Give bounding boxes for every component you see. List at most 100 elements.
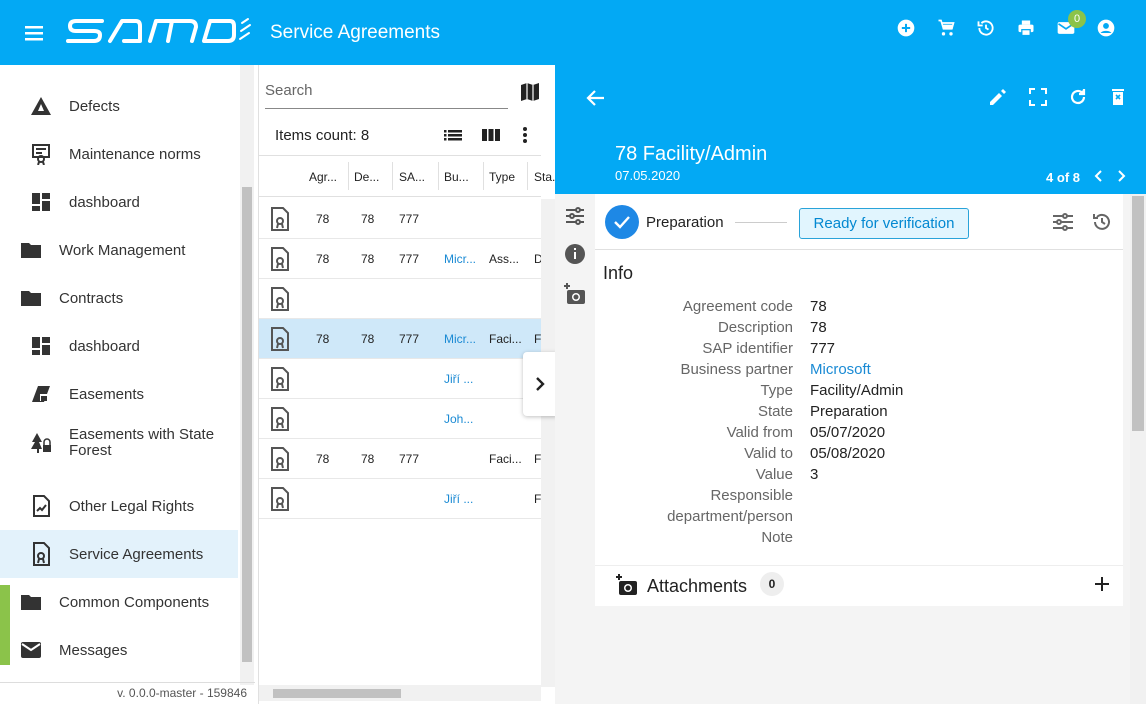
table-cell-agr: 78 — [316, 452, 330, 466]
table-cell-de: 78 — [361, 332, 375, 346]
detail-scroll-thumb[interactable] — [1132, 196, 1144, 431]
table-row[interactable]: 78 78 777 — [259, 199, 541, 239]
edit-icon[interactable] — [988, 87, 1008, 112]
table-row[interactable]: 78 78 777 Faci... F — [259, 439, 541, 479]
service-agreement-icon — [269, 247, 291, 271]
sidebar-item-easements-state-forest[interactable]: Easements with State Forest — [0, 418, 238, 468]
sidebar-item-common-components[interactable]: Common Components — [0, 578, 238, 626]
table-row[interactable] — [259, 279, 541, 319]
table-header: Agr... De... SA... Bu... Type Sta... — [259, 155, 562, 197]
mail-icon — [19, 638, 43, 662]
table-cell-sa: 777 — [399, 212, 420, 226]
forest-icon — [29, 431, 53, 455]
field-label: Responsible — [710, 487, 793, 504]
previous-record-icon[interactable] — [1092, 169, 1104, 186]
table-cell-de: 78 — [361, 452, 375, 466]
table-cell-de: 78 — [361, 252, 375, 266]
history-icon[interactable] — [976, 18, 996, 38]
service-agreement-icon — [29, 542, 53, 566]
table-row[interactable]: Jiří ... — [259, 359, 541, 399]
dashboard-icon — [29, 334, 53, 358]
sidebar-item-other-legal-rights[interactable]: Other Legal Rights — [0, 482, 238, 530]
column-header-business-partner[interactable]: Bu... — [444, 170, 469, 184]
version-label: v. 0.0.0-master - 159846 — [0, 682, 255, 704]
current-state-label: Preparation — [646, 214, 724, 231]
table-row[interactable]: 78 78 777 Micr... Ass... D — [259, 239, 543, 279]
add-circle-icon[interactable] — [896, 18, 916, 38]
field-label: Type — [760, 382, 793, 399]
sidebar-scroll-thumb[interactable] — [242, 187, 252, 662]
field-value[interactable]: Microsoft — [810, 361, 871, 378]
table-cell-bu[interactable]: Jiří ... — [444, 372, 473, 386]
samo-logo[interactable] — [64, 15, 254, 51]
service-agreement-icon — [269, 287, 291, 311]
field-value: 78 — [810, 298, 827, 315]
list-panel: Search Items count: 8 Agr... De... SA...… — [258, 65, 562, 704]
list-view-icon[interactable] — [443, 125, 463, 150]
table-cell-bu[interactable]: Micr... — [444, 332, 476, 346]
table-row[interactable]: Joh... — [259, 399, 541, 439]
search-input[interactable]: Search — [265, 77, 508, 109]
table-cell-agr: 78 — [316, 332, 330, 346]
next-record-icon[interactable] — [1116, 169, 1128, 186]
detail-date: 07.05.2020 — [615, 168, 681, 183]
add-photo-icon — [615, 573, 639, 602]
sidebar-item-contracts-dashboard[interactable]: dashboard — [0, 322, 238, 370]
table-row[interactable]: Jiří ... F — [259, 479, 541, 519]
workflow-settings-icon[interactable] — [1051, 211, 1075, 238]
dashboard-icon — [29, 190, 53, 214]
sidebar-item-service-agreements[interactable]: Service Agreements — [0, 530, 238, 578]
service-agreement-icon — [269, 367, 291, 391]
add-attachment-icon[interactable] — [1093, 575, 1111, 598]
field-label: Valid to — [744, 445, 793, 462]
service-agreement-icon — [269, 447, 291, 471]
state-history-icon[interactable] — [1091, 211, 1113, 238]
table-cell-sa: 777 — [399, 252, 420, 266]
add-photo-icon[interactable] — [563, 282, 587, 306]
column-header-type[interactable]: Type — [489, 170, 515, 184]
map-icon[interactable] — [519, 81, 541, 103]
sidebar-item-defects[interactable]: Defects — [0, 82, 238, 130]
table-cell-type: Ass... — [489, 252, 520, 266]
mail-icon[interactable]: 0 — [1056, 10, 1086, 38]
shopping-cart-icon[interactable] — [936, 18, 956, 38]
hamburger-menu-icon[interactable] — [22, 22, 48, 44]
account-icon[interactable] — [1096, 18, 1116, 38]
table-row[interactable]: 78 78 777 Micr... Faci... F — [259, 319, 541, 359]
table-cell-sa: 777 — [399, 452, 420, 466]
table-cell-bu[interactable]: Joh... — [444, 412, 473, 426]
columns-view-icon[interactable] — [481, 125, 501, 150]
column-header-sap[interactable]: SA... — [399, 170, 425, 184]
items-count: Items count: 8 — [275, 127, 370, 144]
sidebar-item-contracts[interactable]: Contracts — [0, 274, 238, 322]
info-icon[interactable] — [563, 242, 587, 266]
table-cell-bu[interactable]: Micr... — [444, 252, 476, 266]
list-horizontal-scrollbar[interactable] — [259, 685, 541, 701]
sidebar-item-maintenance-norms[interactable]: Maintenance norms — [0, 130, 238, 178]
refresh-icon[interactable] — [1068, 87, 1088, 112]
column-header-description[interactable]: De... — [354, 170, 379, 184]
list-horizontal-scroll-thumb[interactable] — [273, 689, 401, 698]
sidebar-item-easements[interactable]: Easements — [0, 370, 238, 418]
service-agreement-icon — [269, 207, 291, 231]
list-vertical-scrollbar[interactable] — [541, 199, 555, 687]
print-icon[interactable] — [1016, 18, 1036, 38]
field-value: 05/08/2020 — [810, 445, 886, 462]
check-icon — [605, 205, 639, 239]
delete-icon[interactable] — [1108, 87, 1128, 112]
sidebar-item-work-management[interactable]: Work Management — [0, 226, 238, 274]
fullscreen-icon[interactable] — [1028, 87, 1048, 112]
info-heading: Info — [603, 263, 634, 283]
expand-panel-button[interactable] — [523, 352, 557, 416]
sidebar-item-dashboard[interactable]: dashboard — [0, 178, 238, 226]
ready-for-verification-button[interactable]: Ready for verification — [799, 208, 969, 239]
sidebar-item-messages[interactable]: Messages — [0, 626, 238, 674]
workflow-icon[interactable] — [563, 204, 587, 228]
table-cell-bu[interactable]: Jiří ... — [444, 492, 473, 506]
attachments-label: Attachments — [647, 576, 748, 596]
column-header-agreement[interactable]: Agr... — [309, 170, 337, 184]
more-vert-icon[interactable] — [519, 125, 531, 150]
back-arrow-icon[interactable] — [585, 87, 607, 114]
warning-triangle-icon — [29, 94, 53, 118]
detail-panel: 78 Facility/Admin 07.05.2020 4 of 8 Prep… — [555, 65, 1146, 704]
